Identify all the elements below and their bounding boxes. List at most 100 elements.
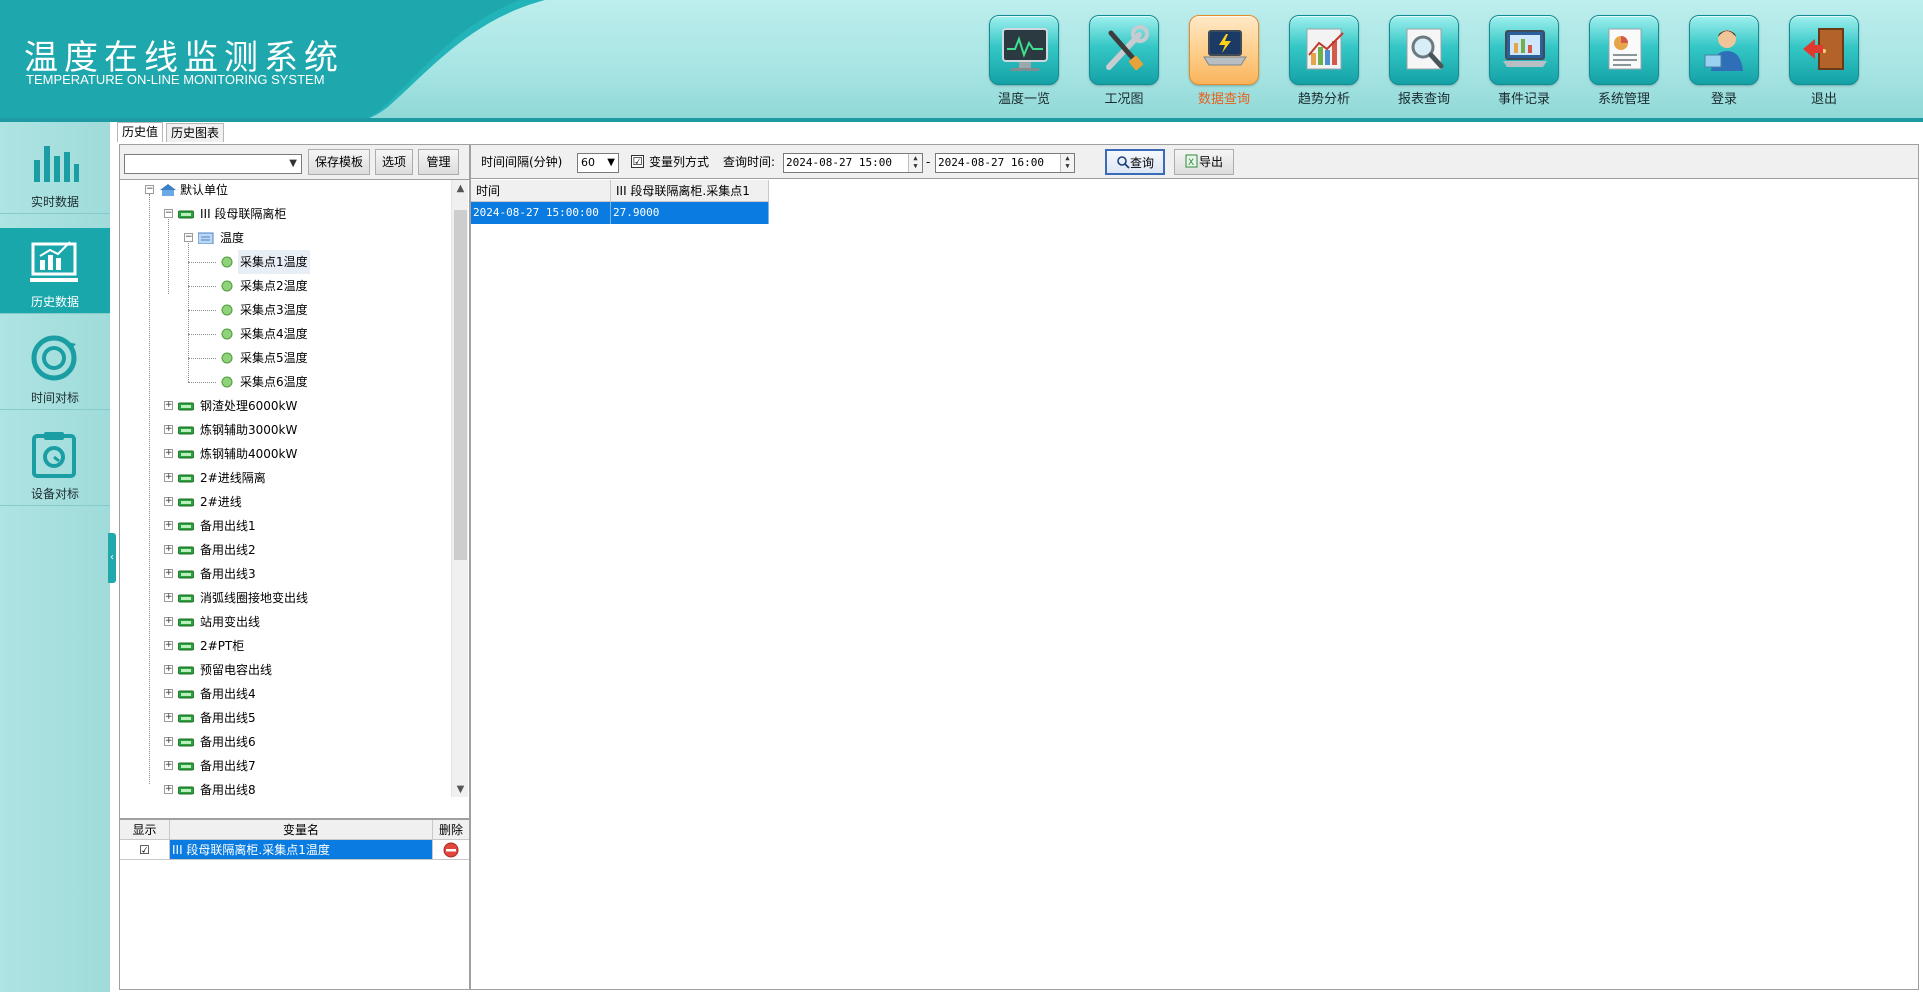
tree-node-device[interactable]: + 2#进线隔离 — [120, 466, 450, 490]
sidebar-item-history-data[interactable]: 历史数据 — [0, 228, 110, 314]
tree-node-point[interactable]: 采集点4温度 — [120, 322, 450, 346]
column-header-show: 显示 — [120, 820, 170, 840]
expand-icon[interactable]: + — [164, 473, 173, 482]
sidebar-item-realtime-data[interactable]: 实时数据 — [0, 128, 110, 214]
device-tree[interactable]: − 默认单位 − III 段母联隔离柜 − 温度 采集点1温度 采集点2温度 采集点3温度… — [120, 179, 469, 797]
column-header-delete: 删除 — [433, 820, 469, 840]
device-green-icon — [178, 714, 194, 723]
expand-icon[interactable]: + — [164, 641, 173, 650]
nav-working-diagram[interactable]: 工况图 — [1085, 14, 1167, 110]
variable-name-cell[interactable]: III 段母联隔离柜.采集点1温度 — [170, 840, 433, 860]
sensor-point-icon — [221, 304, 233, 316]
value-cell[interactable]: 27.9000 — [611, 202, 769, 224]
tree-node-device[interactable]: + 备用出线5 — [120, 706, 450, 730]
tree-node-device[interactable]: + 备用出线1 — [120, 514, 450, 538]
app-subtitle: TEMPERATURE ON-LINE MONITORING SYSTEM — [26, 72, 325, 87]
nav-label: 退出 — [1810, 92, 1837, 107]
expand-icon[interactable]: + — [164, 785, 173, 794]
nav-login[interactable]: 登录 — [1685, 14, 1767, 110]
start-time-value: 2024-08-27 15:00 — [786, 156, 892, 169]
history-data-grid[interactable]: 时间 III 段母联隔离柜.采集点1 2024-08-27 15:00:00 2… — [471, 180, 1918, 989]
tree-node-point[interactable]: 采集点5温度 — [120, 346, 450, 370]
tree-node-group[interactable]: − III 段母联隔离柜 — [120, 202, 450, 226]
device-green-icon — [178, 402, 194, 411]
tree-node-device[interactable]: + 备用出线4 — [120, 682, 450, 706]
start-time-input[interactable]: 2024-08-27 15:00 ▲ ▼ — [783, 153, 923, 173]
tree-node-device[interactable]: + 预留电容出线 — [120, 658, 450, 682]
scroll-up-icon[interactable]: ▲ — [452, 180, 469, 197]
collapse-icon[interactable]: − — [145, 185, 154, 194]
tab-history-values[interactable]: 历史值 — [117, 122, 164, 142]
tree-node-device[interactable]: + 钢渣处理6000kW — [120, 394, 450, 418]
export-button-label: 导出 — [1198, 155, 1223, 169]
nav-exit[interactable]: 退出 — [1785, 14, 1867, 110]
nav-label: 趋势分析 — [1297, 92, 1350, 107]
tree-node-point[interactable]: 采集点6温度 — [120, 370, 450, 394]
tree-node-point[interactable]: 采集点1温度 — [120, 250, 450, 274]
sidebar-item-time-sync[interactable]: 时间对标 — [0, 324, 110, 410]
scroll-thumb[interactable] — [454, 210, 467, 560]
sidebar-item-device-sync[interactable]: 设备对标 — [0, 420, 110, 506]
nav-label: 事件记录 — [1497, 92, 1550, 107]
tree-scrollbar[interactable]: ▲ ▼ — [451, 180, 468, 797]
nav-system-management[interactable]: 系统管理 — [1585, 14, 1667, 110]
time-cell[interactable]: 2024-08-27 15:00:00 — [471, 202, 611, 224]
nav-data-query[interactable]: 数据查询 — [1185, 14, 1267, 110]
tree-node-point[interactable]: 采集点2温度 — [120, 274, 450, 298]
tree-node-device[interactable]: + 备用出线2 — [120, 538, 450, 562]
expand-icon[interactable]: + — [164, 425, 173, 434]
nav-trend-analysis[interactable]: 趋势分析 — [1285, 14, 1367, 110]
save-template-button[interactable]: 保存模板 — [308, 149, 370, 175]
expand-icon[interactable]: + — [164, 617, 173, 626]
tree-node-device[interactable]: + 备用出线6 — [120, 730, 450, 754]
tree-point-label: 采集点4温度 — [240, 327, 308, 341]
manage-button[interactable]: 管理 — [418, 149, 459, 175]
tree-node-device[interactable]: + 站用变出线 — [120, 610, 450, 634]
nav-event-log[interactable]: 事件记录 — [1485, 14, 1567, 110]
expand-icon[interactable]: + — [164, 401, 173, 410]
variable-selection-pane: ▼ 保存模板 选项 管理 − 默认单位 − III 段母联隔离柜 − 温度 采集点1温… — [119, 144, 470, 990]
expand-icon[interactable]: + — [164, 665, 173, 674]
collapse-icon[interactable]: − — [164, 209, 173, 218]
nav-report-query[interactable]: 报表查询 — [1385, 14, 1467, 110]
time-sync-icon — [31, 335, 77, 381]
start-time-spinner[interactable]: ▲ ▼ — [908, 154, 922, 172]
expand-icon[interactable]: + — [164, 449, 173, 458]
sidebar-collapse-handle[interactable]: ‹ — [108, 533, 116, 583]
expand-icon[interactable]: + — [164, 761, 173, 770]
tree-node-device[interactable]: + 2#进线 — [120, 490, 450, 514]
options-button[interactable]: 选项 — [375, 149, 413, 175]
nav-temperature-overview[interactable]: 温度一览 — [985, 14, 1067, 110]
show-checkbox[interactable]: ☑ — [120, 840, 170, 860]
end-time-spinner[interactable]: ▲ ▼ — [1060, 154, 1074, 172]
expand-icon[interactable]: + — [164, 689, 173, 698]
expand-icon[interactable]: + — [164, 569, 173, 578]
collapse-icon[interactable]: − — [184, 233, 193, 242]
tree-node-device[interactable]: + 炼钢辅助4000kW — [120, 442, 450, 466]
template-select[interactable]: ▼ — [124, 154, 302, 174]
tree-node-device[interactable]: + 备用出线3 — [120, 562, 450, 586]
expand-icon[interactable]: + — [164, 545, 173, 554]
export-button[interactable]: X 导出 — [1174, 149, 1234, 175]
tree-node-root[interactable]: − 默认单位 — [120, 180, 450, 202]
tree-node-folder[interactable]: − 温度 — [120, 226, 450, 250]
end-time-input[interactable]: 2024-08-27 16:00 ▲ ▼ — [935, 153, 1075, 173]
delete-variable-button[interactable] — [433, 840, 469, 860]
tab-history-chart[interactable]: 历史图表 — [166, 123, 225, 142]
nav-tile — [1789, 15, 1859, 85]
tree-node-device[interactable]: + 2#PT柜 — [120, 634, 450, 658]
query-button[interactable]: 查询 — [1105, 149, 1165, 175]
tree-node-device[interactable]: + 消弧线圈接地变出线 — [120, 586, 450, 610]
expand-icon[interactable]: + — [164, 497, 173, 506]
scroll-down-icon[interactable]: ▼ — [452, 781, 469, 797]
tree-node-device[interactable]: + 备用出线7 — [120, 754, 450, 778]
expand-icon[interactable]: + — [164, 521, 173, 530]
expand-icon[interactable]: + — [164, 737, 173, 746]
expand-icon[interactable]: + — [164, 713, 173, 722]
expand-icon[interactable]: + — [164, 593, 173, 602]
tree-node-device[interactable]: + 炼钢辅助3000kW — [120, 418, 450, 442]
tree-node-device[interactable]: + 备用出线8 — [120, 778, 450, 797]
tree-node-point[interactable]: 采集点3温度 — [120, 298, 450, 322]
pivot-checkbox[interactable]: ☑ — [631, 155, 644, 168]
interval-select[interactable]: 60 ▼ — [577, 153, 619, 173]
